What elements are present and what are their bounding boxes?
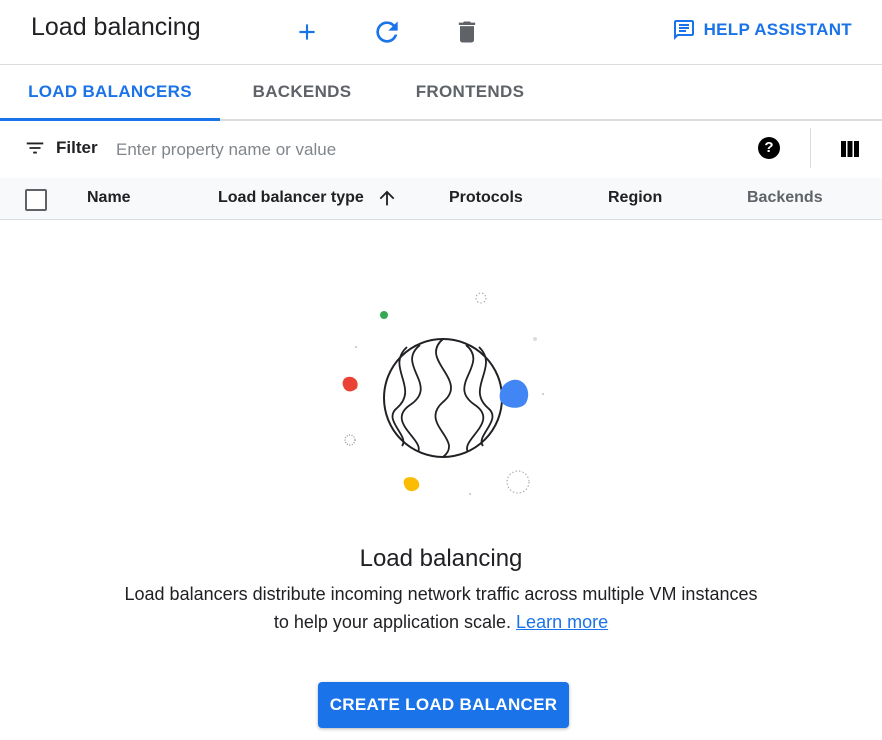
filter-list-icon (26, 142, 44, 154)
view-column-icon (841, 141, 859, 157)
create-load-balancer-button[interactable]: CREATE LOAD BALANCER (318, 682, 569, 728)
trash-icon (458, 21, 476, 43)
empty-state-description: Load balancers distribute incoming netwo… (0, 580, 882, 636)
help-assistant-label: HELP ASSISTANT (703, 20, 852, 39)
select-all-checkbox[interactable] (25, 189, 47, 211)
column-header-region[interactable]: Region (608, 189, 662, 207)
filter-bar: Filter (0, 121, 882, 179)
empty-state-line-2: to help your application scale. Learn mo… (0, 608, 882, 636)
page-header: Load balancing HELP ASSISTANT (0, 0, 882, 65)
filter-input[interactable] (114, 135, 678, 165)
column-header-backends[interactable]: Backends (747, 189, 823, 207)
sort-ascending-button[interactable] (376, 187, 398, 214)
arrow-up-icon (379, 190, 395, 206)
column-header-protocols[interactable]: Protocols (449, 189, 523, 207)
filter-label: Filter (56, 138, 98, 157)
tab-frontends[interactable]: FRONTENDS (398, 65, 542, 119)
plus-icon (299, 24, 315, 40)
tab-backends[interactable]: BACKENDS (236, 65, 368, 119)
learn-more-link[interactable]: Learn more (516, 612, 608, 632)
help-assistant-button[interactable]: HELP ASSISTANT (672, 18, 852, 42)
divider (810, 128, 811, 168)
add-button[interactable] (289, 14, 325, 50)
empty-state-line-2-text: to help your application scale. (273, 612, 512, 632)
page-title: Load balancing (31, 13, 201, 41)
refresh-icon (376, 21, 398, 43)
filter-button[interactable]: Filter (24, 137, 98, 159)
globe-illustration (342, 292, 544, 495)
tab-bar: LOAD BALANCERS BACKENDS FRONTENDS (0, 65, 882, 121)
empty-state-line-1: Load balancers distribute incoming netwo… (124, 584, 758, 604)
column-header-name[interactable]: Name (87, 189, 131, 207)
help-icon[interactable]: ? (758, 137, 780, 159)
column-display-button[interactable] (840, 139, 860, 164)
delete-button[interactable] (449, 14, 485, 50)
column-header-type[interactable]: Load balancer type (218, 189, 364, 207)
feedback-chat-icon (673, 20, 694, 40)
tab-load-balancers[interactable]: LOAD BALANCERS (0, 65, 220, 121)
refresh-button[interactable] (369, 14, 405, 50)
empty-state-title: Load balancing (359, 545, 523, 572)
